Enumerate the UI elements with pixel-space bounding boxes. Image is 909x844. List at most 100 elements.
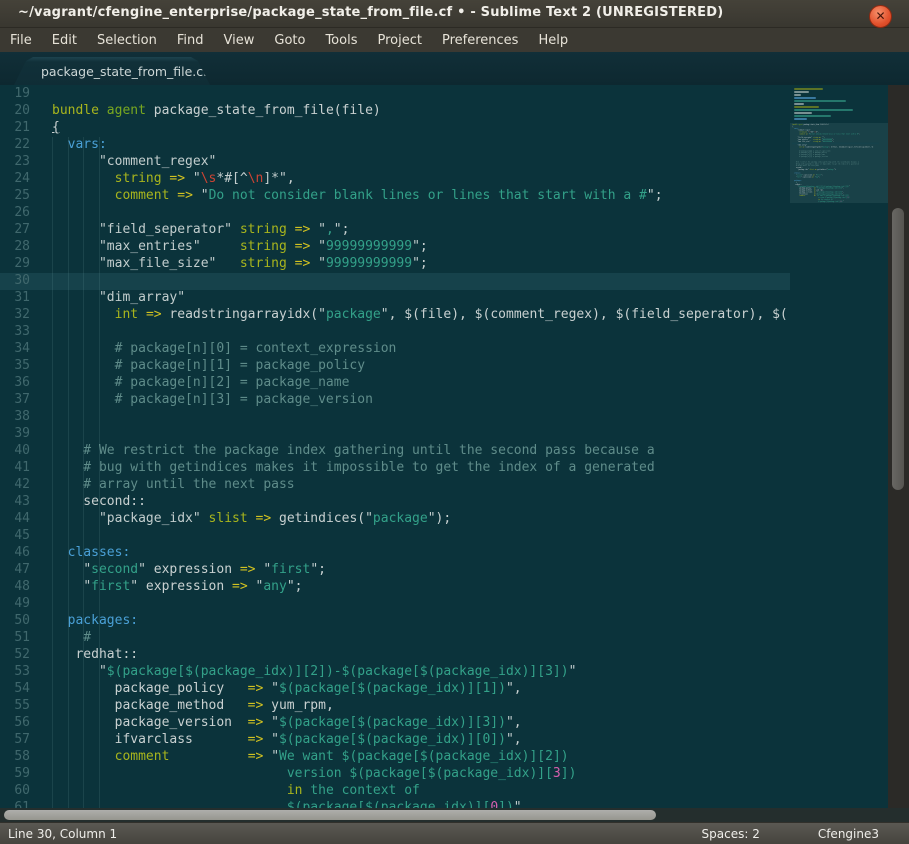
line-number: 54 (0, 681, 30, 698)
menu-item-goto[interactable]: Goto (264, 33, 315, 48)
line-content: "package_idx" slist => getindices("packa… (30, 511, 451, 528)
code-area[interactable]: 1920bundle agent package_state_from_file… (0, 85, 790, 808)
line-content: # bug with getindices makes it impossibl… (30, 460, 655, 477)
line-number: 43 (0, 494, 30, 511)
line-content (30, 324, 52, 341)
line-content (30, 273, 52, 290)
line-content: # array until the next pass (30, 477, 295, 494)
line-content: # package[n][1] = package_policy (30, 358, 365, 375)
line-number: 19 (0, 86, 30, 103)
line-content: int => readstringarrayidx("package", $(f… (792, 146, 873, 148)
line-content: # package[n][3] = package_version (792, 156, 828, 158)
minimap[interactable]: 1920bundle agent package_state_from_file… (790, 85, 888, 808)
line-number: 46 (0, 545, 30, 562)
line-content: "second" expression => "first"; (30, 562, 326, 579)
vertical-scrollbar-track[interactable] (888, 85, 909, 808)
code-line-36: 36 # package[n][2] = package_name (0, 375, 790, 392)
line-number: 34 (0, 341, 30, 358)
line-content: "first" expression => "any"; (792, 176, 820, 178)
code-line-45: 45 (0, 528, 790, 545)
line-number: 48 (0, 579, 30, 596)
line-content: $(package[$(package_idx)][0])" (30, 800, 522, 808)
menu-item-project[interactable]: Project (367, 33, 431, 48)
code-line-38: 38 (0, 409, 790, 426)
line-number: 53 (0, 664, 30, 681)
line-content: in the context of (30, 783, 420, 800)
menu-item-file[interactable]: File (0, 33, 42, 48)
line-number: 56 (0, 715, 30, 732)
line-content: ifvarclass => "$(package[$(package_idx)]… (30, 732, 522, 749)
title-bar: ~/vagrant/cfengine_enterprise/package_st… (0, 0, 909, 28)
window-title: ~/vagrant/cfengine_enterprise/package_st… (18, 5, 723, 20)
line-content: package_version => "$(package[$(package_… (30, 715, 522, 732)
line-content (30, 426, 52, 443)
code-line-56: 56 package_version => "$(package[$(packa… (0, 715, 790, 732)
line-content: int => readstringarrayidx("package", $(f… (30, 307, 788, 324)
sublime-window: ~/vagrant/cfengine_enterprise/package_st… (0, 0, 909, 844)
menu-item-tools[interactable]: Tools (315, 33, 367, 48)
line-content: string => "\s*#[^\n]*", (30, 171, 295, 188)
code-line-23: 23 "comment_regex" (0, 154, 790, 171)
code-line-39: 39 (0, 426, 790, 443)
line-content (30, 86, 52, 103)
code-line-43: 43 second:: (0, 494, 790, 511)
code-line-32: 32 int => readstringarrayidx("package", … (0, 307, 790, 324)
code-line-24: 24 string => "\s*#[^\n]*", (0, 171, 790, 188)
line-number: 25 (0, 188, 30, 205)
code-line-44: 44 "package_idx" slist => getindices("pa… (0, 511, 790, 528)
line-number: 26 (0, 205, 30, 222)
code-line-41: 41 # bug with getindices makes it imposs… (0, 460, 790, 477)
line-content: # We restrict the package index gatherin… (30, 443, 655, 460)
line-content (30, 409, 52, 426)
code-line-60: 60 in the context of (0, 783, 790, 800)
line-content: "max_entries" string => "99999999999"; (30, 239, 428, 256)
menu-item-preferences[interactable]: Preferences (432, 33, 528, 48)
close-button[interactable]: ✕ (869, 5, 892, 28)
tab-package-state-from-file[interactable]: package_state_from_file.cf (14, 57, 210, 85)
line-number: 31 (0, 290, 30, 307)
caret-position: Line 30, Column 1 (0, 827, 702, 841)
vertical-scrollbar-thumb[interactable] (892, 208, 904, 490)
menu-item-view[interactable]: View (214, 33, 265, 48)
line-number: 24 (0, 171, 30, 188)
indent-guide (68, 137, 69, 808)
menu-item-find[interactable]: Find (167, 33, 214, 48)
code-line-52: 52 redhat:: (0, 647, 790, 664)
tab-label: package_state_from_file.cf (41, 64, 208, 79)
line-number: 59 (0, 766, 30, 783)
code-line-20: 20bundle agent package_state_from_file(f… (0, 103, 790, 120)
line-number: 61 (0, 800, 30, 808)
code-line-40: 40 # We restrict the package index gathe… (0, 443, 790, 460)
tab-bar: package_state_from_file.cf (0, 52, 909, 85)
line-content: $(package[$(package_idx)][0])" (792, 201, 844, 203)
editor-main: 1920bundle agent package_state_from_file… (0, 85, 909, 808)
menu-item-edit[interactable]: Edit (42, 33, 87, 48)
code-line-48: 48 "first" expression => "any"; (0, 579, 790, 596)
code-line-21: 21{ (0, 120, 790, 137)
menu-item-selection[interactable]: Selection (87, 33, 167, 48)
line-number: 23 (0, 154, 30, 171)
code-line-59: 59 version $(package[$(package_idx)][3]) (0, 766, 790, 783)
line-content: # package[n][3] = package_version (30, 392, 373, 409)
indent-setting[interactable]: Spaces: 2 (702, 827, 760, 841)
horizontal-scrollbar-thumb[interactable] (4, 810, 656, 820)
code-line-28: 28 "max_entries" string => "99999999999"… (0, 239, 790, 256)
code-line-46: 46 classes: (0, 545, 790, 562)
line-number: 20 (0, 103, 30, 120)
horizontal-scrollbar-track[interactable] (0, 808, 909, 822)
line-number: 45 (0, 528, 30, 545)
code-line-49: 49 (0, 596, 790, 613)
menu-item-help[interactable]: Help (528, 33, 578, 48)
close-icon: ✕ (875, 9, 885, 23)
line-content (30, 596, 52, 613)
code-line-55: 55 package_method => yum_rpm, (0, 698, 790, 715)
line-number: 42 (0, 477, 30, 494)
syntax-mode[interactable]: Cfengine3 (818, 827, 879, 841)
line-content: "max_file_size" string => "99999999999"; (792, 141, 834, 143)
indent-guide (99, 137, 100, 808)
line-content: comment => "We want $(package[$(package_… (30, 749, 569, 766)
code-lines: 1920bundle agent package_state_from_file… (0, 86, 790, 808)
line-number: 41 (0, 460, 30, 477)
line-content: # package[n][2] = package_name (30, 375, 349, 392)
line-content: bundle agent package_state_from_file(fil… (792, 124, 829, 126)
